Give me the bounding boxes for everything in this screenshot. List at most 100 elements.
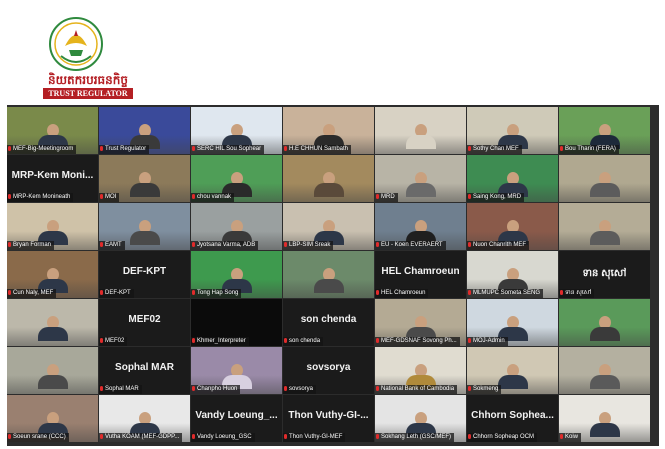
participant-name-label: National Bank of Cambodia bbox=[375, 385, 458, 394]
participant-name-label: EU - Koen EVERAERT bbox=[375, 241, 446, 250]
participant-tile[interactable]: National Bank of Cambodia bbox=[375, 347, 466, 394]
participant-tile[interactable]: MRP-Kem Moni... MRP-Kem Monineath bbox=[7, 155, 98, 202]
participant-tile[interactable] bbox=[283, 251, 374, 298]
participant-tile[interactable]: Tong Hap Song bbox=[191, 251, 282, 298]
participant-name-label: Sothy Chan MEF bbox=[467, 145, 522, 154]
muted-microphone-icon bbox=[560, 434, 563, 439]
participant-tile[interactable]: sovsorya sovsorya bbox=[283, 347, 374, 394]
participant-tile[interactable]: Koiw bbox=[559, 395, 650, 442]
participant-display-name: Chhorn Sophea... bbox=[471, 410, 554, 421]
participant-tile[interactable]: MLMUPC Someta SENG bbox=[467, 251, 558, 298]
participant-tile[interactable] bbox=[283, 155, 374, 202]
participant-tile[interactable]: son chenda son chenda bbox=[283, 299, 374, 346]
participant-name-label: Bryan Forman bbox=[7, 241, 55, 250]
participant-name: Koiw bbox=[565, 434, 579, 440]
participant-name-label: sovsorya bbox=[283, 385, 317, 394]
participant-tile[interactable]: MEF-GDSNAF Sovong Ph... bbox=[375, 299, 466, 346]
participant-tile[interactable]: MOJ-Admin bbox=[467, 299, 558, 346]
muted-microphone-icon bbox=[100, 146, 103, 151]
participant-display-name: Sophal MAR bbox=[115, 362, 174, 373]
participant-name: MLMUPC Someta SENG bbox=[473, 290, 541, 296]
participant-tile[interactable]: MRD bbox=[375, 155, 466, 202]
participant-name: Trust Regulator bbox=[105, 146, 147, 152]
participant-tile[interactable] bbox=[7, 347, 98, 394]
participant-tile[interactable]: Sokmeng bbox=[467, 347, 558, 394]
participant-name: Tong Hap Song bbox=[197, 290, 239, 296]
participant-name: son chenda bbox=[289, 338, 321, 344]
participant-tile[interactable]: chou vannak bbox=[191, 155, 282, 202]
participant-tile[interactable]: EU - Koen EVERAERT bbox=[375, 203, 466, 250]
participant-display-name: MRP-Kem Moni... bbox=[11, 170, 94, 181]
participant-tile[interactable] bbox=[559, 347, 650, 394]
participant-tile[interactable] bbox=[559, 299, 650, 346]
participant-silhouette bbox=[128, 172, 162, 197]
participant-tile[interactable]: H.E CHHUN Sambath bbox=[283, 107, 374, 154]
muted-microphone-icon bbox=[192, 194, 195, 199]
participant-tile[interactable]: MOI bbox=[99, 155, 190, 202]
participant-tile[interactable] bbox=[559, 155, 650, 202]
participant-name: Sokhang Leth (GSC/MEF) bbox=[381, 434, 452, 440]
participant-tile[interactable]: Bryan Forman bbox=[7, 203, 98, 250]
participant-name: Vandy Loeung_GSC bbox=[197, 434, 252, 440]
participant-display-name: MEF02 bbox=[128, 314, 161, 325]
participant-name-label: son chenda bbox=[283, 337, 324, 346]
participant-tile[interactable]: Sothy Chan MEF bbox=[467, 107, 558, 154]
participant-tile[interactable]: Bou Tharin (FERA) bbox=[559, 107, 650, 154]
participant-name: Bryan Forman bbox=[13, 242, 52, 248]
participant-display-name: son chenda bbox=[300, 314, 357, 325]
muted-microphone-icon bbox=[468, 242, 471, 247]
organization-banner: និយតករបរធនកិច្ច TRUST REGULATOR bbox=[7, 6, 659, 105]
muted-microphone-icon bbox=[8, 242, 11, 247]
participant-tile[interactable]: Nuon Chanrith MEF bbox=[467, 203, 558, 250]
participant-tile[interactable]: ទាន សុសៅ ទាន សុសៅ bbox=[559, 251, 650, 298]
participant-tile[interactable]: Cun Naly, MEF bbox=[7, 251, 98, 298]
muted-microphone-icon bbox=[192, 146, 195, 151]
participant-name-label: Chanpho Huon bbox=[191, 385, 241, 394]
participant-tile[interactable]: Khmer_Interpreter bbox=[191, 299, 282, 346]
participant-silhouette bbox=[404, 124, 438, 149]
participant-name-label: Soeun srane (CCC) bbox=[7, 433, 69, 442]
participant-tile[interactable]: HEL Chamroeun HEL Chamroeun bbox=[375, 251, 466, 298]
participant-tile[interactable]: Chanpho Huon bbox=[191, 347, 282, 394]
participant-name-label: MEF02 bbox=[99, 337, 128, 346]
participant-tile[interactable]: Vutha KOAM (MEF-GDPP... bbox=[99, 395, 190, 442]
participant-tile[interactable]: LBP-SIM Sreak bbox=[283, 203, 374, 250]
participant-name: LBP-SIM Sreak bbox=[289, 242, 331, 248]
zoom-gallery-window: និយតករបរធនកិច្ច TRUST REGULATOR MEF-Big-… bbox=[7, 6, 659, 446]
participant-silhouette bbox=[312, 172, 346, 197]
participant-tile[interactable]: Sokhang Leth (GSC/MEF) bbox=[375, 395, 466, 442]
participant-tile[interactable] bbox=[559, 203, 650, 250]
participant-tile[interactable]: MEF-Big-Meetingroom bbox=[7, 107, 98, 154]
participant-name-label: MOJ-Admin bbox=[467, 337, 508, 346]
participant-tile[interactable]: EAMT bbox=[99, 203, 190, 250]
participant-tile[interactable]: Chhorn Sophea... Chhorn Sopheap OCM bbox=[467, 395, 558, 442]
muted-microphone-icon bbox=[100, 434, 103, 439]
participant-name: Thon Vuthy-GI-MEF bbox=[289, 434, 343, 440]
participant-name-label: Cun Naly, MEF bbox=[7, 289, 57, 298]
participant-name: Khmer_Interpreter bbox=[197, 338, 246, 344]
participant-name-label: chou vannak bbox=[191, 193, 235, 202]
participant-silhouette bbox=[588, 412, 622, 437]
muted-microphone-icon bbox=[468, 338, 471, 343]
participant-name: DEF-KPT bbox=[105, 290, 131, 296]
participant-tile[interactable]: Soeun srane (CCC) bbox=[7, 395, 98, 442]
participant-tile[interactable]: Sophal MAR Sophal MAR bbox=[99, 347, 190, 394]
participant-tile[interactable]: Thon Vuthy-GI-... Thon Vuthy-GI-MEF bbox=[283, 395, 374, 442]
participant-tile[interactable]: Trust Regulator bbox=[99, 107, 190, 154]
participant-tile[interactable] bbox=[375, 107, 466, 154]
participant-tile[interactable] bbox=[7, 299, 98, 346]
participant-tile[interactable]: Jyotsana Varma, ADB bbox=[191, 203, 282, 250]
participant-name: Soeun srane (CCC) bbox=[13, 434, 66, 440]
participant-tile[interactable]: Saing Kong, MRD bbox=[467, 155, 558, 202]
participant-name-label: Koiw bbox=[559, 433, 582, 442]
muted-microphone-icon bbox=[376, 290, 379, 295]
participant-name-label: MLMUPC Someta SENG bbox=[467, 289, 544, 298]
muted-microphone-icon bbox=[468, 146, 471, 151]
participant-tile[interactable]: MEF02 MEF02 bbox=[99, 299, 190, 346]
participant-name: Saing Kong, MRD bbox=[473, 194, 522, 200]
participant-silhouette bbox=[588, 316, 622, 341]
participant-tile[interactable]: SERC HIL Sou Sophear bbox=[191, 107, 282, 154]
participant-name: Sophal MAR bbox=[105, 386, 139, 392]
participant-tile[interactable]: Vandy Loeung_... Vandy Loeung_GSC bbox=[191, 395, 282, 442]
participant-tile[interactable]: DEF-KPT DEF-KPT bbox=[99, 251, 190, 298]
